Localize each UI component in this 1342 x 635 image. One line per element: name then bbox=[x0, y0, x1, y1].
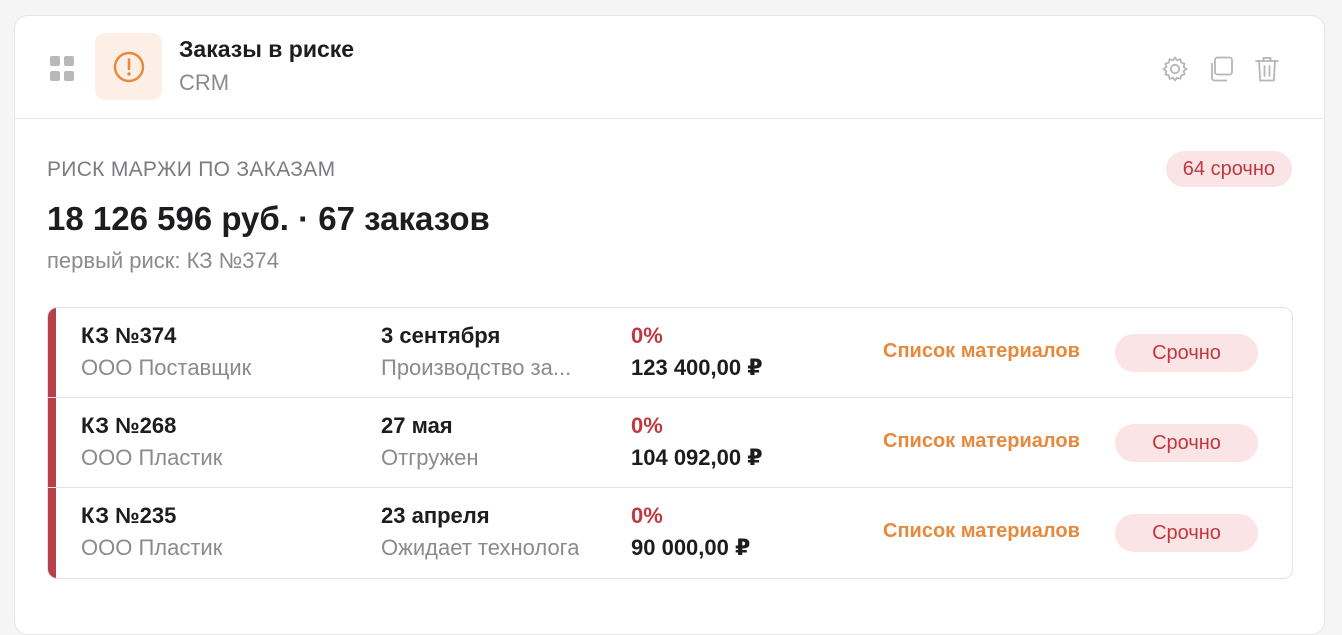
order-status: Ожидает технолога bbox=[381, 535, 580, 560]
order-margin-percent: 0% bbox=[631, 323, 663, 348]
header-actions bbox=[1158, 52, 1284, 86]
order-id: КЗ №374 bbox=[81, 323, 177, 348]
order-row[interactable]: КЗ №268 ООО Пластик 27 мая Отгружен 0% 1… bbox=[48, 398, 1292, 488]
alert-circle-icon bbox=[95, 33, 162, 100]
urgent-badge: Срочно bbox=[1115, 334, 1258, 372]
drag-handle-icon[interactable] bbox=[50, 56, 75, 81]
order-company: ООО Поставщик bbox=[81, 355, 252, 380]
order-status: Производство за... bbox=[381, 355, 572, 380]
trash-icon[interactable] bbox=[1250, 52, 1284, 86]
risk-summary: 18 126 596 руб. · 67 заказов bbox=[47, 200, 490, 237]
materials-list-link[interactable]: Список материалов bbox=[883, 340, 1080, 363]
row-accent-bar bbox=[48, 488, 56, 578]
order-id: КЗ №235 bbox=[81, 503, 177, 528]
first-risk-label: первый риск: КЗ №374 bbox=[47, 248, 279, 273]
order-row[interactable]: КЗ №374 ООО Поставщик 3 сентября Произво… bbox=[48, 308, 1292, 398]
duplicate-icon[interactable] bbox=[1204, 52, 1238, 86]
materials-list-link[interactable]: Список материалов bbox=[883, 520, 1080, 543]
order-amount: 104 092,00 ₽ bbox=[631, 445, 763, 470]
row-accent-bar bbox=[48, 398, 56, 487]
order-status: Отгружен bbox=[381, 445, 479, 470]
settings-icon[interactable] bbox=[1158, 52, 1192, 86]
widget-title: Заказы в риске bbox=[179, 36, 355, 62]
urgent-count-badge: 64 срочно bbox=[1165, 151, 1292, 187]
order-amount: 123 400,00 ₽ bbox=[631, 355, 763, 380]
order-company: ООО Пластик bbox=[81, 445, 223, 470]
order-id: КЗ №268 bbox=[81, 413, 177, 438]
section-label: РИСК МАРЖИ ПО ЗАКАЗАМ bbox=[47, 158, 336, 181]
widget-subtitle: CRM bbox=[179, 70, 230, 95]
urgent-badge: Срочно bbox=[1115, 514, 1258, 552]
order-date: 27 мая bbox=[381, 413, 453, 438]
widget-header: Заказы в риске CRM bbox=[15, 16, 1324, 119]
materials-list-link[interactable]: Список материалов bbox=[883, 430, 1080, 453]
order-amount: 90 000,00 ₽ bbox=[631, 535, 751, 560]
order-company: ООО Пластик bbox=[81, 535, 223, 560]
row-accent-bar bbox=[48, 308, 56, 397]
order-margin-percent: 0% bbox=[631, 503, 663, 528]
risk-orders-widget: Заказы в риске CRM РИСК МАРЖИ ПО ЗАКАЗАМ… bbox=[14, 15, 1325, 635]
urgent-badge: Срочно bbox=[1115, 424, 1258, 462]
order-margin-percent: 0% bbox=[631, 413, 663, 438]
order-row[interactable]: КЗ №235 ООО Пластик 23 апреля Ожидает те… bbox=[48, 488, 1292, 578]
order-date: 23 апреля bbox=[381, 503, 490, 528]
orders-list: КЗ №374 ООО Поставщик 3 сентября Произво… bbox=[47, 307, 1293, 579]
order-date: 3 сентября bbox=[381, 323, 501, 348]
